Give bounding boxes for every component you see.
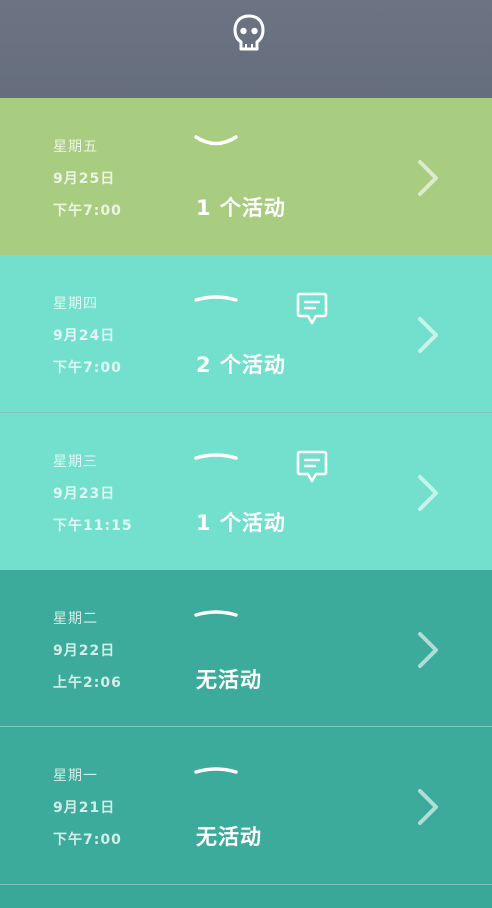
chevron-right-icon[interactable] <box>416 630 440 670</box>
neutral-mouth-icon <box>194 767 238 774</box>
activity-count: 无活动 <box>196 825 262 849</box>
date-label: 9月24日 <box>53 328 116 344</box>
activity-count: 2 个活动 <box>196 353 286 377</box>
time-label: 下午7:00 <box>53 203 122 219</box>
day-row-fri[interactable]: 星期五 9月25日 下午7:00 1 个活动 <box>0 98 492 255</box>
date-label: 9月25日 <box>53 171 116 187</box>
chevron-right-icon[interactable] <box>416 315 440 355</box>
time-label: 上午2:06 <box>53 675 122 691</box>
neutral-mouth-icon <box>194 610 238 617</box>
time-label: 下午11:15 <box>53 518 133 534</box>
comment-bubble-icon[interactable] <box>296 450 328 484</box>
time-label: 下午7:00 <box>53 832 122 848</box>
skull-logo-icon[interactable] <box>232 14 266 54</box>
neutral-mouth-icon <box>194 453 238 460</box>
chevron-right-icon[interactable] <box>416 787 440 827</box>
activity-count: 1 个活动 <box>196 511 286 535</box>
chevron-right-icon[interactable] <box>416 473 440 513</box>
time-label: 下午7:00 <box>53 360 122 376</box>
day-row-thu[interactable]: 星期四 9月24日 下午7:00 2 个活动 <box>0 255 492 412</box>
weekday-label: 星期一 <box>53 768 98 784</box>
weekday-label: 星期五 <box>53 139 98 155</box>
comment-bubble-icon[interactable] <box>296 292 328 326</box>
date-label: 9月23日 <box>53 486 116 502</box>
weekday-label: 星期四 <box>53 296 98 312</box>
date-label: 9月22日 <box>53 643 116 659</box>
neutral-mouth-icon <box>194 295 238 302</box>
date-label: 9月21日 <box>53 800 116 816</box>
day-row-wed[interactable]: 星期三 9月23日 下午11:15 1 个活动 <box>0 413 492 570</box>
chevron-right-icon[interactable] <box>416 158 440 198</box>
activity-count: 无活动 <box>196 668 262 692</box>
smile-mouth-icon <box>194 135 238 146</box>
app-header <box>0 0 492 98</box>
weekday-label: 星期二 <box>53 611 98 627</box>
day-row-mon[interactable]: 星期一 9月21日 下午7:00 无活动 <box>0 727 492 884</box>
day-row-tue[interactable]: 星期二 9月22日 上午2:06 无活动 <box>0 570 492 727</box>
activity-count: 1 个活动 <box>196 196 286 220</box>
weekday-label: 星期三 <box>53 454 98 470</box>
row-divider <box>0 884 492 885</box>
